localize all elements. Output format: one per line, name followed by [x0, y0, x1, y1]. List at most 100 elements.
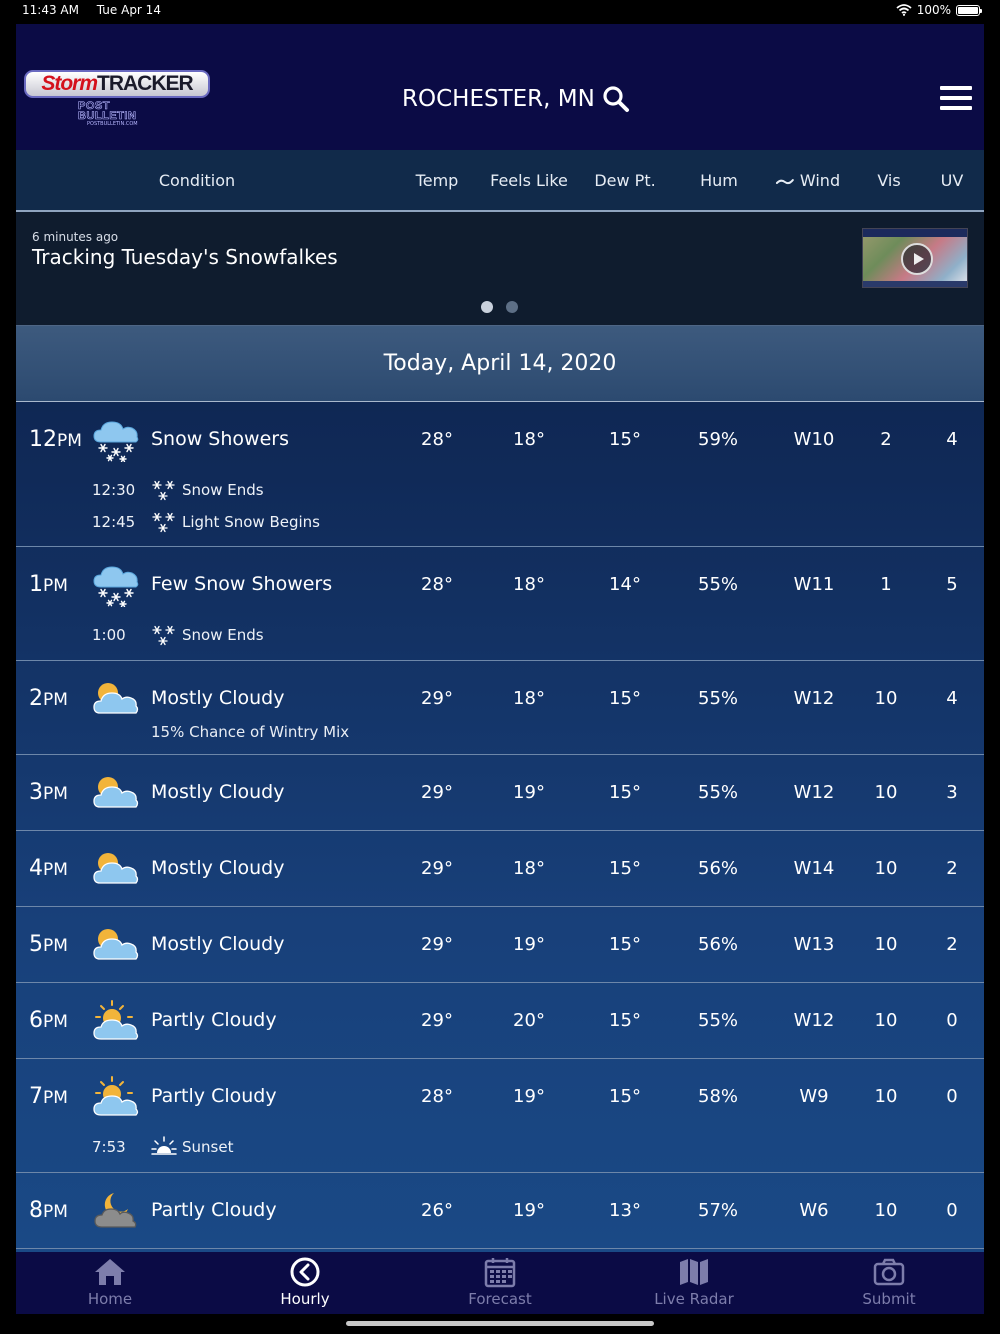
condition-text: Mostly Cloudy — [151, 933, 285, 955]
news-headline[interactable]: Tracking Tuesday's Snowfalkes — [32, 245, 338, 269]
wind-value: W11 — [793, 574, 835, 595]
col-feels-like: Feels Like — [490, 171, 568, 190]
condition-text: Partly Cloudy — [151, 1199, 277, 1221]
tab-live-radar[interactable]: Live Radar — [634, 1252, 754, 1314]
humidity-value: 55% — [697, 1010, 739, 1031]
condition-text: Partly Cloudy — [151, 1009, 277, 1031]
humidity-value: 56% — [697, 858, 739, 879]
wind-value: W9 — [799, 1086, 829, 1107]
status-time: 11:43 AM — [22, 3, 79, 17]
condition-text: Mostly Cloudy — [151, 687, 285, 709]
mostly-cloudy-icon — [93, 852, 139, 884]
condition-text: Mostly Cloudy — [151, 781, 285, 803]
hour-row[interactable]: 4PM Mostly Cloudy 29° 18° 15° 56% W14 10… — [16, 831, 984, 907]
snowflake-icon — [152, 480, 175, 501]
news-timestamp: 6 minutes ago — [32, 230, 119, 244]
humidity-value: 55% — [697, 782, 739, 803]
hour-row[interactable]: 8PM Partly Cloudy 26° 19° 13° 57% W6 10 … — [16, 1173, 984, 1249]
visibility-value: 10 — [874, 782, 898, 803]
humidity-value: 58% — [697, 1086, 739, 1107]
tab-label: Hourly — [280, 1290, 330, 1308]
pager-dot[interactable] — [506, 301, 518, 313]
tab-label: Home — [87, 1290, 133, 1308]
hour-row[interactable]: 12PM Snow Showers 28° 18° 15° 59% W10 2 … — [16, 402, 984, 547]
dew-point-value: 15° — [609, 1010, 641, 1031]
event-time: 12:30 — [92, 481, 136, 499]
temp-value: 29° — [421, 858, 453, 879]
tab-home[interactable]: Home — [50, 1252, 170, 1314]
feels-like-value: 19° — [513, 782, 545, 803]
feels-like-value: 18° — [513, 429, 545, 450]
tab-hourly[interactable]: Hourly — [245, 1252, 365, 1314]
tab-submit[interactable]: Submit — [829, 1252, 949, 1314]
news-carousel[interactable]: 6 minutes ago Tracking Tuesday's Snowfal… — [16, 212, 984, 326]
event-time: 1:00 — [92, 626, 126, 644]
location-selector[interactable]: ROCHESTER, MN — [402, 84, 631, 114]
hour-row[interactable]: 7PM Partly Cloudy 28° 19° 15° 58% W9 10 … — [16, 1059, 984, 1173]
dew-point-value: 15° — [609, 429, 641, 450]
uv-value: 0 — [946, 1010, 958, 1031]
tab-forecast[interactable]: Forecast — [440, 1252, 560, 1314]
dew-point-value: 13° — [609, 1200, 641, 1221]
mostly-cloudy-icon — [93, 928, 139, 960]
hour-time: 3PM — [29, 780, 68, 805]
partly-cloudy-icon — [93, 1076, 139, 1116]
dew-point-value: 15° — [609, 782, 641, 803]
visibility-value: 10 — [874, 1086, 898, 1107]
visibility-value: 2 — [880, 429, 892, 450]
event-time: 12:45 — [92, 513, 136, 531]
tab-label: Forecast — [468, 1290, 532, 1308]
carousel-pager — [481, 301, 518, 313]
uv-value: 2 — [946, 858, 958, 879]
date-label: Today, April 14, 2020 — [383, 351, 617, 376]
hour-time: 1PM — [29, 572, 68, 597]
uv-value: 3 — [946, 782, 958, 803]
uv-value: 2 — [946, 934, 958, 955]
logo-bulletin-text: BULLETIN — [78, 110, 137, 122]
temp-value: 29° — [421, 934, 453, 955]
col-dew-point: Dew Pt. — [594, 171, 656, 190]
hour-time: 12PM — [29, 427, 82, 452]
feels-like-value: 18° — [513, 688, 545, 709]
feels-like-value: 19° — [513, 1200, 545, 1221]
hour-row[interactable]: 3PM Mostly Cloudy 29° 19° 15° 55% W12 10… — [16, 755, 984, 831]
hamburger-menu-icon[interactable] — [940, 86, 972, 110]
wind-value: W12 — [793, 782, 835, 803]
uv-value: 0 — [946, 1086, 958, 1107]
hour-row[interactable]: 5PM Mostly Cloudy 29° 19° 15° 56% W13 10… — [16, 907, 984, 983]
condition-text: Partly Cloudy — [151, 1085, 277, 1107]
location-name: ROCHESTER, MN — [402, 86, 595, 112]
wind-icon — [775, 178, 794, 184]
hour-row[interactable]: 6PM Partly Cloudy 29° 20° 15° 55% W12 10… — [16, 983, 984, 1059]
hour-time: 8PM — [29, 1198, 68, 1223]
condition-text: Few Snow Showers — [151, 573, 333, 595]
visibility-value: 10 — [874, 688, 898, 709]
mostly-cloudy-icon — [93, 682, 139, 714]
dew-point-value: 14° — [609, 574, 641, 595]
col-wind-label: Wind — [799, 171, 841, 190]
snow-cloud-icon — [93, 566, 139, 607]
humidity-value: 59% — [697, 429, 739, 450]
hour-row[interactable]: 1PM Few Snow Showers 28° 18° 14° 55% W11… — [16, 547, 984, 661]
play-icon[interactable] — [901, 243, 933, 275]
video-thumbnail[interactable] — [862, 228, 968, 288]
search-icon[interactable] — [601, 84, 631, 114]
snowflake-icon — [152, 512, 175, 533]
hour-time: 6PM — [29, 1008, 68, 1033]
home-indicator[interactable] — [346, 1321, 654, 1326]
tab-label: Submit — [862, 1290, 916, 1308]
col-temp: Temp — [415, 171, 459, 190]
visibility-value: 10 — [874, 1010, 898, 1031]
dew-point-value: 15° — [609, 934, 641, 955]
wifi-icon — [896, 4, 912, 16]
stormtracker-logo[interactable]: Storm TRACKER POST BULLETIN POSTBULLETIN.… — [24, 70, 210, 132]
wind-value: W13 — [793, 934, 835, 955]
dew-point-value: 15° — [609, 1086, 641, 1107]
hour-row[interactable]: 2PM Mostly Cloudy 29° 18° 15° 55% W12 10… — [16, 661, 984, 755]
temp-value: 29° — [421, 1010, 453, 1031]
pager-dot-active[interactable] — [481, 301, 493, 313]
event-text: Snow Ends — [182, 626, 264, 644]
logo-tracker-text: TRACKER — [97, 72, 194, 95]
humidity-value: 55% — [697, 688, 739, 709]
event-text: Light Snow Begins — [182, 513, 320, 531]
